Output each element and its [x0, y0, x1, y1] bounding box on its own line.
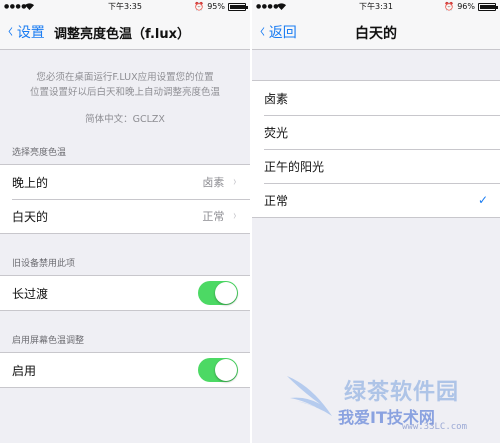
option-normal[interactable]: 正常 ✓: [252, 183, 500, 217]
toggle-knob: [215, 359, 237, 381]
alarm-icon: ⏰: [444, 2, 455, 11]
long-transition-toggle[interactable]: [198, 281, 238, 305]
watermark-logo: 绿茶软件园 我爱IT技术网 www.33LC.com: [282, 360, 500, 443]
row-enable-label: 启用: [12, 363, 37, 378]
page-title: 调整亮度色温（f.lux）: [54, 27, 190, 42]
brightness-group: 晚上的 卤素 › 白天的 正常 ›: [0, 164, 250, 234]
info-line-2: 位置设置好以后白天和晚上自动调整亮度色温: [29, 87, 220, 98]
info-line-1: 您必须在桌面运行F.LUX应用设置您的位置: [36, 72, 214, 83]
row-night-value: 卤素: [202, 176, 225, 189]
settings-screen-flux: ●●●●● 下午3:35 ⏰ 95% ‹ 设置 调整亮度色温（f.lux） 您必…: [0, 0, 250, 443]
checkmark-icon: ✓: [477, 193, 488, 207]
translator-credit: 简体中文：GCLZX: [85, 114, 165, 125]
row-night[interactable]: 晚上的 卤素 ›: [0, 165, 250, 199]
toggle-knob: [215, 282, 237, 304]
option-label: 正常: [264, 193, 289, 208]
enable-toggle[interactable]: [198, 358, 238, 382]
row-enable: 启用: [0, 353, 250, 387]
row-day[interactable]: 白天的 正常 ›: [0, 199, 250, 233]
row-long-transition: 长过渡: [0, 276, 250, 310]
legacy-group: 长过渡: [0, 275, 250, 311]
section-header-screen: 启用屏幕色温调整: [12, 336, 85, 346]
status-bar: ●●●●● 下午3:35 ⏰ 95%: [0, 0, 250, 14]
row-long-transition-label: 长过渡: [12, 286, 49, 301]
back-button[interactable]: ‹ 设置: [6, 19, 45, 44]
row-day-label: 白天的: [12, 209, 49, 224]
back-label: 设置: [16, 25, 45, 41]
nav-bar: ‹ 设置 调整亮度色温（f.lux）: [0, 14, 250, 50]
status-bar: ●●●●● 下午3:31 ⏰ 96%: [252, 0, 500, 14]
options-list: 卤素 荧光 正午的阳光 正常 ✓: [252, 80, 500, 218]
option-halogen[interactable]: 卤素: [252, 81, 500, 115]
alarm-icon: ⏰: [194, 2, 205, 11]
battery-percent: 96%: [457, 2, 475, 11]
page-title: 白天的: [355, 26, 397, 42]
battery-icon: [228, 3, 248, 11]
section-header-legacy: 旧设备禁用此项: [12, 259, 76, 269]
row-night-label: 晚上的: [12, 175, 49, 190]
option-label: 荧光: [264, 125, 289, 140]
option-noon-sunlight[interactable]: 正午的阳光: [252, 149, 500, 183]
screen-group: 启用: [0, 352, 250, 388]
section-header-brightness: 选择亮度色温: [12, 148, 67, 158]
watermark-url: www.33LC.com: [402, 422, 468, 432]
chevron-left-icon: ‹: [7, 19, 14, 44]
option-label: 正午的阳光: [264, 159, 325, 174]
chevron-right-icon: ›: [233, 174, 237, 190]
option-fluorescent[interactable]: 荧光: [252, 115, 500, 149]
chevron-right-icon: ›: [233, 208, 237, 224]
battery-percent: 95%: [207, 2, 225, 11]
row-day-value: 正常: [202, 210, 225, 223]
battery-icon: [478, 3, 498, 11]
nav-bar: ‹ 返回 白天的: [252, 14, 500, 50]
location-info: 您必须在桌面运行F.LUX应用设置您的位置 位置设置好以后白天和晚上自动调整亮度…: [0, 70, 250, 100]
option-label: 卤素: [264, 91, 289, 106]
watermark-text-1: 绿茶软件园: [344, 380, 460, 405]
